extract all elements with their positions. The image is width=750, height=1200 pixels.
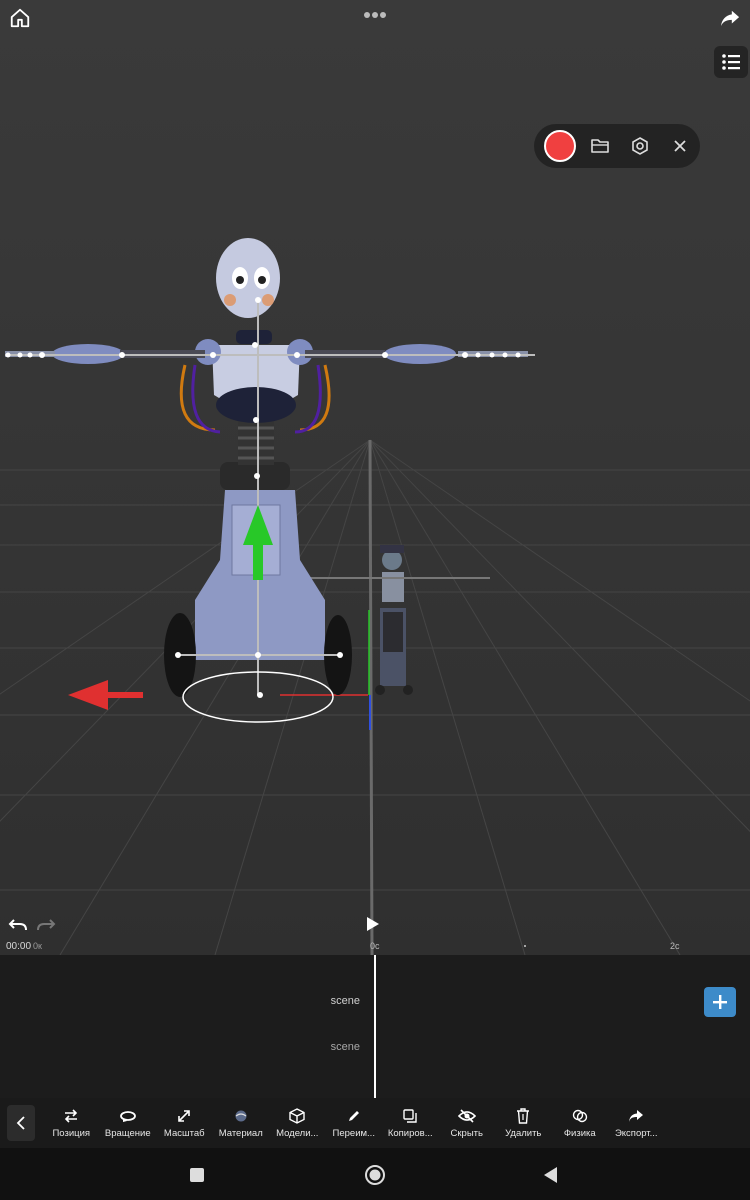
chevron-left-icon (16, 1116, 25, 1130)
timeline-panel[interactable]: scene scene (0, 955, 750, 1098)
play-button[interactable] (366, 916, 384, 936)
close-icon (674, 140, 686, 152)
square-icon (190, 1168, 204, 1182)
tool-label: Переим... (332, 1128, 375, 1139)
physics-icon (572, 1109, 587, 1123)
time-readout: 00:00 0к (6, 941, 42, 952)
tool-rename[interactable]: Переим... (326, 1100, 383, 1146)
bottom-toolbar: Позиция Вращение Масштаб Материал Модели… (0, 1098, 750, 1148)
tool-label: Масштаб (163, 1128, 205, 1139)
system-nav-bar (0, 1148, 750, 1200)
home-button[interactable] (6, 4, 34, 32)
undo-button[interactable] (8, 917, 30, 937)
redo-icon (37, 919, 56, 931)
tool-delete[interactable]: Удалить (495, 1100, 552, 1146)
settings-button[interactable] (620, 126, 660, 166)
tool-position[interactable]: Позиция (43, 1100, 100, 1146)
timeline-tick-start: 0с (370, 941, 380, 951)
x-axis-arrow (68, 680, 143, 710)
rotate-icon (119, 1111, 136, 1122)
tool-models[interactable]: Модели... (269, 1100, 326, 1146)
circle-icon (365, 1165, 385, 1185)
tool-physics[interactable]: Физика (552, 1100, 609, 1146)
tool-rotation[interactable]: Вращение (100, 1100, 157, 1146)
add-keyframe-button[interactable] (704, 987, 736, 1017)
move-icon (65, 1109, 78, 1123)
tool-label: Удалить (505, 1128, 542, 1139)
back-button[interactable] (7, 1105, 35, 1141)
share-icon (720, 10, 740, 27)
play-icon (367, 917, 379, 931)
undo-icon (8, 919, 27, 931)
triangle-back-icon (544, 1167, 557, 1183)
tool-hide[interactable]: Скрыть (439, 1100, 496, 1146)
tool-copy[interactable]: Копиров... (382, 1100, 439, 1146)
timeline-tick-mid (524, 945, 526, 947)
tool-material[interactable]: Материал (213, 1100, 270, 1146)
tool-label: Материал (218, 1128, 263, 1139)
share-button[interactable] (716, 4, 744, 32)
tool-scale[interactable]: Масштаб (156, 1100, 213, 1146)
redo-button[interactable] (36, 917, 58, 937)
track-label[interactable]: scene (331, 995, 360, 1007)
export-icon (629, 1110, 644, 1122)
scale-icon (178, 1110, 191, 1122)
tool-label: Вращение (104, 1128, 151, 1139)
more-horizontal-icon (364, 12, 386, 18)
timeline-tick-end: 2с (670, 941, 680, 951)
settings-icon (632, 137, 648, 155)
recents-button[interactable] (186, 1164, 208, 1186)
tool-label: Скрыть (450, 1128, 483, 1139)
record-toolbar (534, 124, 700, 168)
record-icon (544, 130, 576, 162)
eye-off-icon (457, 1109, 476, 1123)
close-button[interactable] (660, 126, 700, 166)
playhead[interactable] (374, 955, 376, 1098)
back-nav-button[interactable] (540, 1164, 562, 1186)
track-label[interactable]: scene (331, 1041, 360, 1053)
time-frame-value: 0к (33, 941, 42, 951)
3d-viewport[interactable]: 00:00 0к 0с 2с (0, 0, 750, 955)
time-value: 00:00 (6, 941, 32, 952)
main-robot-model (5, 238, 528, 697)
tool-label: Физика (563, 1128, 596, 1139)
folder-button[interactable] (580, 126, 620, 166)
tool-label: Копиров... (387, 1128, 433, 1139)
layers-list-button[interactable] (714, 46, 748, 78)
record-button[interactable] (540, 126, 580, 166)
plus-icon (713, 995, 727, 1009)
tool-label: Позиция (52, 1128, 91, 1139)
home-nav-button[interactable] (364, 1164, 386, 1186)
tool-label: Модели... (276, 1128, 319, 1139)
cube-icon (289, 1108, 305, 1124)
tool-export[interactable]: Экспорт... (608, 1100, 665, 1146)
pencil-icon (348, 1111, 359, 1121)
trash-icon (517, 1108, 530, 1124)
copy-icon (403, 1109, 417, 1123)
material-icon (235, 1110, 247, 1122)
tool-label: Экспорт... (614, 1128, 658, 1139)
folder-icon (591, 139, 609, 153)
home-icon (10, 8, 30, 28)
list-icon (722, 54, 740, 70)
more-button[interactable] (360, 4, 390, 26)
